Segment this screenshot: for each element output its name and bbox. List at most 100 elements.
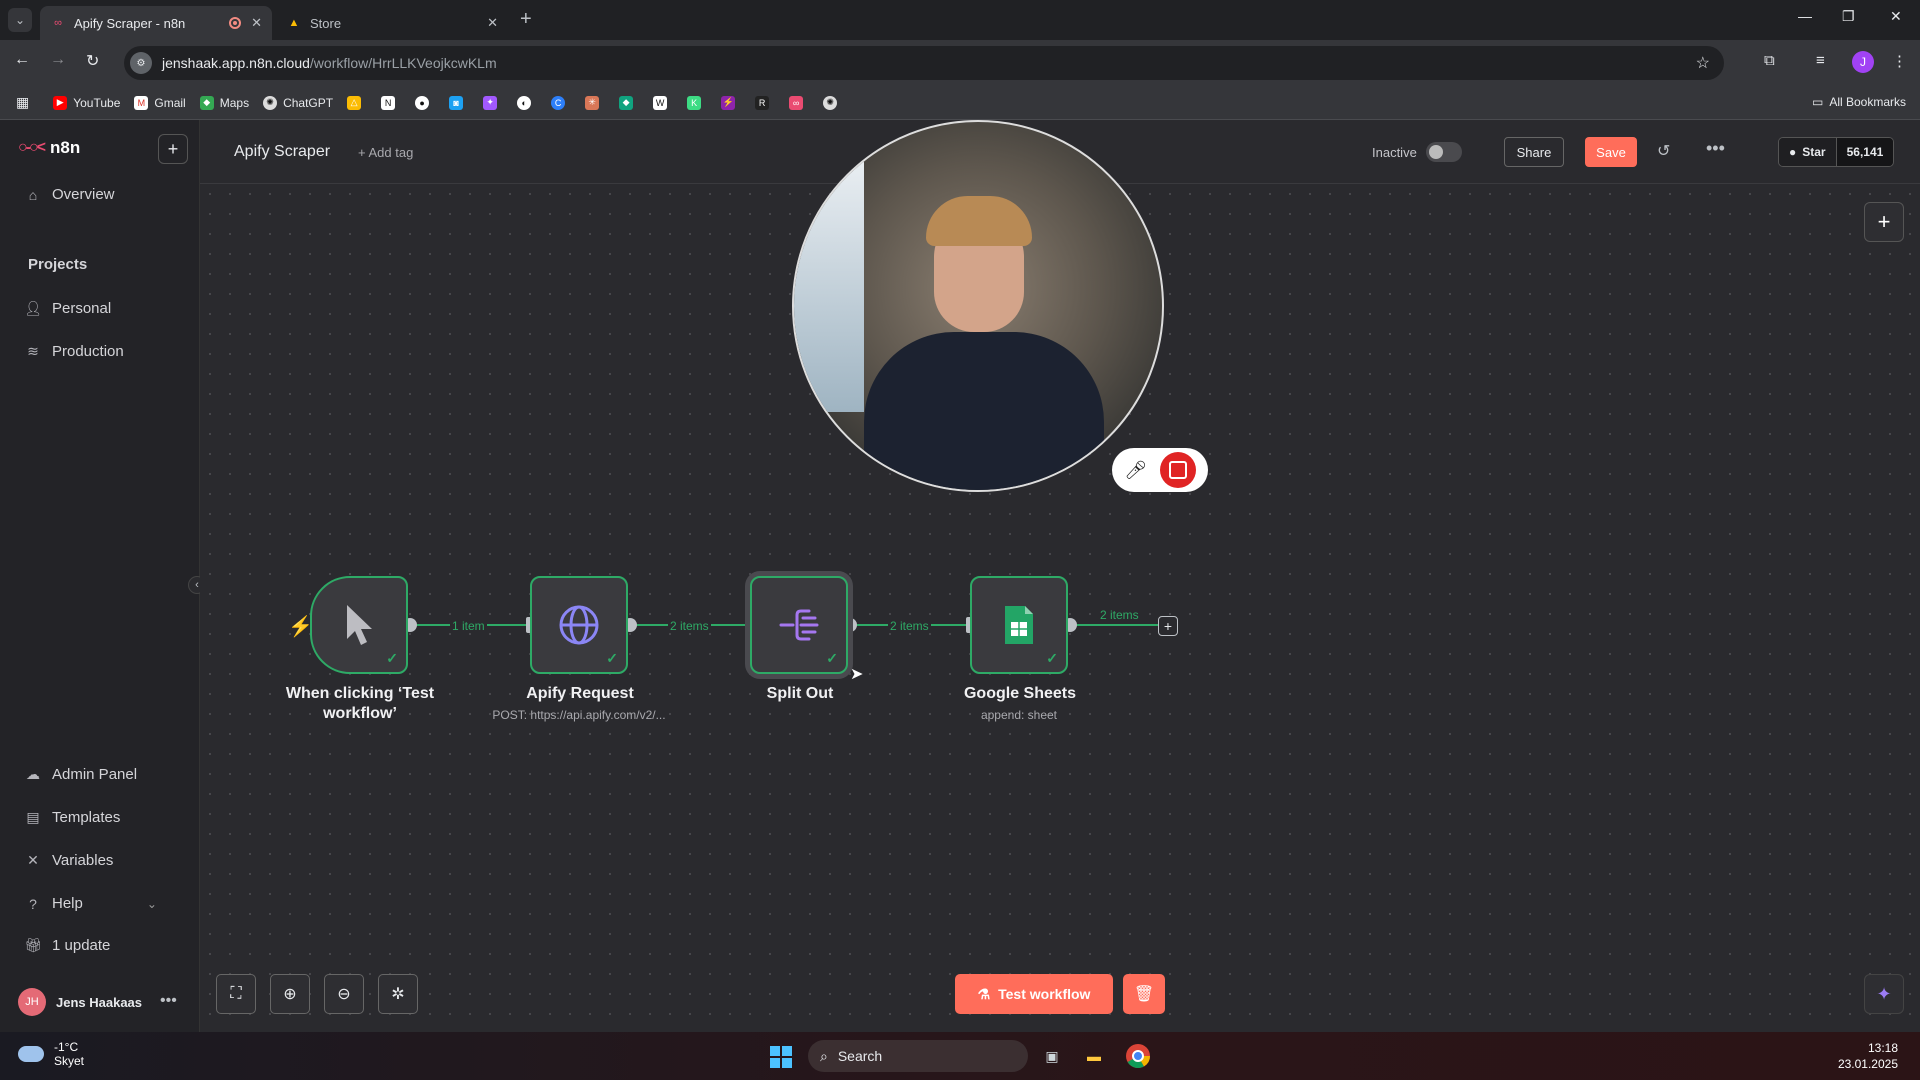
bookmark-app-7[interactable]: ⚡ [721,95,741,110]
bookmark-app-1[interactable]: ◙ [449,95,469,110]
microphone-icon[interactable]: 🎤︎ [1124,460,1147,481]
sidebar-item-production[interactable]: ≋ Production [24,343,124,360]
zoom-out-icon[interactable]: ⊖ [324,974,364,1014]
ai-assistant-icon[interactable]: ✦ [1864,974,1904,1014]
back-icon[interactable]: ← [14,51,30,69]
node-manual-trigger[interactable]: ✓ [310,576,408,674]
add-tag-link[interactable]: + Add tag [358,145,413,160]
bookmark-n8n[interactable]: ∞ [789,95,809,110]
user-menu[interactable]: JH Jens Haakaas [18,988,142,1016]
sidebar-item-overview[interactable]: ⌂ Overview [24,186,115,203]
workflow-name[interactable]: Apify Scraper [234,143,330,161]
windows-start-icon[interactable] [770,1046,792,1068]
task-view-icon[interactable]: ▣ [1038,1042,1066,1070]
n8n-logo[interactable]: ○-○< n8n [18,138,80,158]
debug-bug-icon[interactable]: ✲ [378,974,418,1014]
bookmark-app-8[interactable]: R [755,95,775,110]
bookmark-maps[interactable]: ◆ Maps [199,95,250,110]
file-explorer-icon[interactable]: ▬ [1080,1042,1108,1070]
bookmark-chatgpt[interactable]: ✺ ChatGPT [263,95,333,110]
bookmark-app-3[interactable]: C [551,95,571,110]
activation-toggle[interactable] [1426,142,1462,162]
bookmark-youtube[interactable]: ▶ YouTube [53,95,120,110]
media-controls-icon[interactable]: ≡ [1816,52,1825,69]
bookmark-app-2[interactable]: ◐ [517,95,537,110]
sidebar-item-personal[interactable]: 👤︎ Personal [24,300,111,317]
bookmark-figma[interactable]: ✦ [483,95,503,110]
chevron-down-icon: ⌄ [146,896,157,911]
sidebar-item-admin-panel[interactable]: ☁ Admin Panel [24,766,137,783]
user-icon: 👤︎ [24,300,42,316]
sidebar-item-update[interactable]: 🎁︎ 1 update [24,937,110,954]
stop-recording-button[interactable] [1159,452,1196,488]
close-tab-icon[interactable]: ✕ [251,15,262,31]
taskbar-search[interactable]: ⌕ Search [808,1040,1028,1072]
share-button[interactable]: Share [1504,137,1564,167]
minimize-icon[interactable]: — [1798,8,1812,24]
profile-avatar[interactable]: J [1852,51,1874,73]
bookmark-app-6[interactable]: K [687,95,707,110]
chatgpt-icon: ✺ [263,95,278,110]
forward-icon[interactable]: → [50,51,66,69]
flask-icon: ⚗ [977,985,991,1002]
sidebar-item-label: Admin Panel [52,766,138,783]
fit-view-icon[interactable]: ⛶ [216,974,256,1014]
node-split-out[interactable]: ✓ [750,576,848,674]
tab-search-button[interactable]: ⌄ [8,8,32,32]
more-options-icon[interactable]: ••• [1706,138,1725,159]
bookmark-notion[interactable]: N [381,95,401,110]
home-icon: ⌂ [28,186,38,203]
close-window-icon[interactable]: ✕ [1890,8,1902,25]
create-button[interactable]: + [158,134,188,164]
weather-widget[interactable]: -1°C Skyet [18,1040,84,1068]
node-apify-request[interactable]: ✓ [530,576,628,674]
sidebar-item-variables[interactable]: ✕ Variables [24,852,113,869]
app-icon: ◙ [449,95,464,110]
more-icon[interactable]: ••• [160,992,177,1010]
new-tab-button[interactable]: + [520,8,532,31]
node-subtitle: POST: https://api.apify.com/v2/... [492,708,666,722]
system-clock[interactable]: 13:18 23.01.2025 [1838,1040,1898,1072]
delete-execution-icon[interactable]: 🗑︎ [1123,974,1165,1014]
history-icon[interactable]: ↺ [1657,141,1670,161]
edge-item-count: 2 items [888,619,931,633]
tab-apify-scraper[interactable]: ∞ Apify Scraper - n8n ✕ [40,6,272,40]
star-text: Star [1802,145,1826,159]
edge-item-count: 1 item [450,619,487,633]
drive-icon: △ [347,95,362,110]
bookmark-wikipedia[interactable]: W [653,95,673,110]
chrome-icon[interactable] [1124,1042,1152,1070]
bookmark-drive[interactable]: △ [347,95,367,110]
save-button[interactable]: Save [1585,137,1637,167]
zoom-in-icon[interactable]: ⊕ [270,974,310,1014]
extensions-icon[interactable]: ⧉ [1764,52,1775,69]
success-check-icon: ✓ [386,650,398,666]
tab-store[interactable]: ▲ Store ✕ [276,6,508,40]
sidebar-item-templates[interactable]: ▤ Templates [24,809,120,826]
store-favicon-icon: ▲ [288,17,300,29]
address-bar[interactable]: ⚙ jenshaak.app.n8n.cloud/workflow/HrrLLK… [124,46,1724,80]
bookmark-app-5[interactable]: ◆ [619,95,639,110]
bookmark-label: Maps [219,95,250,110]
test-workflow-button[interactable]: ⚗ Test workflow [955,974,1113,1014]
bookmark-app-9[interactable]: ✺ [823,95,843,110]
app-icon: ✺ [823,95,838,110]
node-google-sheets[interactable]: ✓ [970,576,1068,674]
bookmark-app-4[interactable]: ✳ [585,95,605,110]
sidebar-item-label: Production [52,343,124,360]
github-star-button[interactable]: ● Star 56,141 [1778,137,1895,167]
reload-icon[interactable]: ↻ [86,51,99,71]
site-info-icon[interactable]: ⚙ [130,52,152,74]
browser-menu-icon[interactable]: ⋮ [1892,52,1907,70]
bookmark-star-icon[interactable]: ☆ [1696,53,1710,73]
bookmark-gmail[interactable]: M Gmail [134,95,186,110]
add-next-node-icon[interactable]: + [1158,616,1178,636]
all-bookmarks[interactable]: ▭ All Bookmarks [1812,95,1906,109]
sidebar-item-help[interactable]: ? Help ⌄ [24,895,157,912]
apps-grid-icon[interactable]: ▦ [16,94,29,111]
taskbar: -1°C Skyet ⌕ Search ▣ ▬ 13:18 23.01.2025 [0,1032,1920,1080]
github-icon: ● [415,95,430,110]
restore-icon[interactable]: ❐ [1842,8,1855,25]
bookmark-github[interactable]: ● [415,95,435,110]
close-tab-icon[interactable]: ✕ [487,15,498,31]
